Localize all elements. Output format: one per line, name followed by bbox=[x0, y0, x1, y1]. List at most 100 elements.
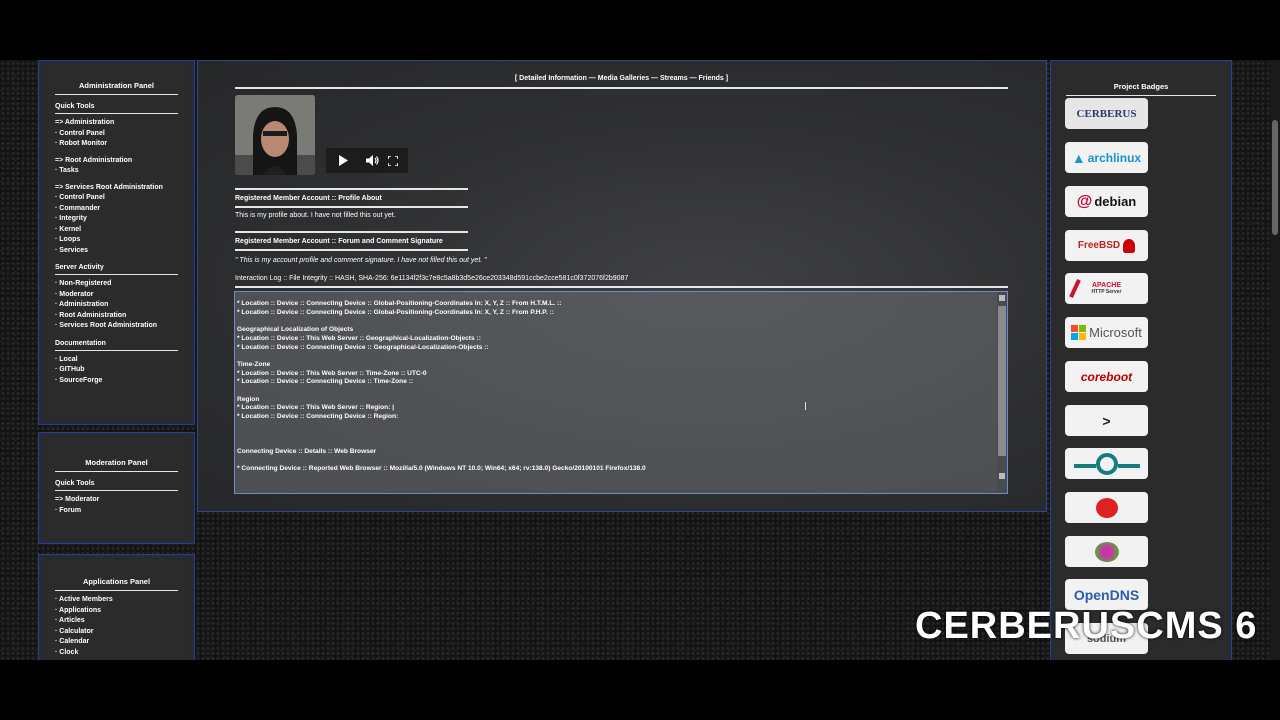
log-line: Time-Zone bbox=[237, 360, 271, 368]
log-line: * Location :: Device :: Connecting Devic… bbox=[237, 378, 414, 386]
server-activity-heading: Server Activity bbox=[55, 264, 178, 275]
activity-moderator[interactable]: · Moderator bbox=[55, 290, 178, 301]
badge-lineage-logo[interactable] bbox=[1065, 448, 1148, 479]
nav-administration[interactable]: => Administration bbox=[55, 118, 178, 129]
nav-root-administration[interactable]: => Root Administration bbox=[55, 156, 178, 167]
lotus-icon bbox=[1094, 541, 1119, 562]
nav-services[interactable]: · Services bbox=[55, 246, 178, 257]
nav-forum[interactable]: · Forum bbox=[55, 506, 178, 517]
video-title-overlay: CERBERUSCMS 6 bbox=[915, 605, 1258, 647]
app-applications[interactable]: · Applications bbox=[55, 606, 178, 617]
quick-tools-heading: Quick Tools bbox=[55, 103, 178, 114]
badge-freebsd[interactable]: FreeBSD bbox=[1065, 230, 1148, 261]
interaction-log-textarea[interactable]: * Location :: Device :: Connecting Devic… bbox=[234, 291, 1008, 494]
tomato-icon bbox=[1095, 497, 1118, 518]
app-calendar[interactable]: · Calendar bbox=[55, 637, 178, 648]
browser-viewport: Administration Panel Quick Tools => Admi… bbox=[0, 60, 1280, 660]
log-line: Region bbox=[237, 395, 260, 403]
doc-github[interactable]: · GITHub bbox=[55, 365, 178, 376]
badge-lotus-logo[interactable] bbox=[1065, 536, 1148, 567]
app-clock[interactable]: · Clock bbox=[55, 648, 178, 659]
badge-microsoft-label: Microsoft bbox=[1089, 325, 1142, 340]
badge-archlinux[interactable]: ▲ archlinux bbox=[1065, 142, 1148, 173]
nav-services-control-panel[interactable]: · Control Panel bbox=[55, 193, 178, 204]
page-scroll-thumb[interactable] bbox=[1272, 120, 1278, 235]
moderation-panel-title: Moderation Panel bbox=[55, 458, 178, 472]
log-line: * Connecting Device :: Reported Web Brow… bbox=[237, 465, 646, 473]
nav-integrity[interactable]: · Integrity bbox=[55, 214, 178, 225]
profile-about-title: Registered Member Account :: Profile Abo… bbox=[235, 195, 382, 202]
applications-panel-title: Applications Panel bbox=[55, 577, 178, 591]
badge-tomato-logo[interactable] bbox=[1065, 492, 1148, 523]
app-active-members[interactable]: · Active Members bbox=[55, 595, 178, 606]
signature-text: " This is my account profile and comment… bbox=[235, 257, 487, 264]
interaction-log-content: * Location :: Device :: Connecting Devic… bbox=[237, 300, 646, 474]
activity-non-registered[interactable]: · Non-Registered bbox=[55, 279, 178, 290]
signature-bottom-divider bbox=[235, 249, 468, 251]
signature-title: Registered Member Account :: Forum and C… bbox=[235, 238, 443, 245]
moderation-quick-tools-heading: Quick Tools bbox=[55, 480, 178, 491]
doc-sourceforge[interactable]: · SourceForge bbox=[55, 376, 178, 387]
scroll-down-arrow-icon[interactable] bbox=[999, 473, 1005, 479]
nav-kernel[interactable]: · Kernel bbox=[55, 225, 178, 236]
fullscreen-icon[interactable] bbox=[388, 155, 398, 166]
badge-freebsd-label: FreeBSD bbox=[1077, 240, 1121, 251]
integrity-divider bbox=[235, 286, 1008, 288]
documentation-heading: Documentation bbox=[55, 340, 178, 351]
administration-panel-title: Administration Panel bbox=[55, 81, 178, 95]
scroll-up-arrow-icon[interactable] bbox=[999, 295, 1005, 301]
scroll-thumb[interactable] bbox=[998, 306, 1006, 456]
log-line: * Location :: Device :: Connecting Devic… bbox=[237, 343, 489, 351]
doc-local[interactable]: · Local bbox=[55, 355, 178, 366]
avatar bbox=[235, 95, 315, 175]
lineage-logo-icon bbox=[1073, 452, 1140, 475]
badge-debian[interactable]: @ debian bbox=[1065, 186, 1148, 217]
activity-administration[interactable]: · Administration bbox=[55, 300, 178, 311]
app-articles[interactable]: · Articles bbox=[55, 616, 178, 627]
volume-icon[interactable] bbox=[366, 155, 379, 166]
badge-coreboot[interactable]: coreboot bbox=[1065, 361, 1148, 392]
signature-top-divider bbox=[235, 231, 468, 233]
nav-top-divider bbox=[235, 87, 1008, 89]
activity-services-root-administration[interactable]: · Services Root Administration bbox=[55, 321, 178, 332]
badge-apache[interactable]: APACHE HTTP Server bbox=[1065, 273, 1148, 304]
nav-commander[interactable]: · Commander bbox=[55, 204, 178, 215]
activity-root-administration[interactable]: · Root Administration bbox=[55, 311, 178, 322]
badge-chevron-logo[interactable]: > bbox=[1065, 405, 1148, 436]
profile-nav-links[interactable]: [ Detailed Information — Media Galleries… bbox=[235, 75, 1008, 82]
debian-swirl-icon: @ bbox=[1076, 192, 1093, 210]
badge-coreboot-label: coreboot bbox=[1080, 369, 1133, 384]
moderation-panel: Moderation Panel Quick Tools => Moderato… bbox=[38, 432, 195, 544]
log-line: * Location :: Device :: This Web Server … bbox=[237, 334, 481, 342]
media-player-controls bbox=[326, 148, 408, 173]
microsoft-logo-icon bbox=[1071, 325, 1087, 340]
log-line: * Location :: Device :: This Web Server … bbox=[237, 404, 395, 412]
profile-about-text: This is my profile about. I have not fil… bbox=[235, 212, 396, 219]
badge-apache-sublabel: HTTP Server bbox=[1091, 289, 1122, 295]
log-scrollbar[interactable] bbox=[997, 292, 1007, 493]
project-badges-title: Project Badges bbox=[1066, 82, 1216, 96]
nav-loops[interactable]: · Loops bbox=[55, 235, 178, 246]
page-scrollbar[interactable] bbox=[1270, 60, 1280, 660]
log-line: * Location :: Device :: Connecting Devic… bbox=[237, 300, 562, 307]
app-calculator[interactable]: · Calculator bbox=[55, 627, 178, 638]
log-line: * Location :: Device :: Connecting Devic… bbox=[237, 308, 554, 316]
badge-cerberus[interactable]: CERBERUS bbox=[1065, 98, 1148, 129]
badge-microsoft[interactable]: Microsoft bbox=[1065, 317, 1148, 348]
nav-robot-monitor[interactable]: · Robot Monitor bbox=[55, 139, 178, 150]
nav-services-root-administration[interactable]: => Services Root Administration bbox=[55, 183, 178, 194]
avatar-portrait-image bbox=[235, 95, 315, 175]
play-icon[interactable] bbox=[338, 155, 348, 166]
log-line: Geographical Localization of Objects bbox=[237, 326, 354, 334]
nav-tasks[interactable]: · Tasks bbox=[55, 166, 178, 177]
nav-moderator[interactable]: => Moderator bbox=[55, 495, 178, 506]
nav-control-panel[interactable]: · Control Panel bbox=[55, 129, 178, 140]
log-line: Connecting Device :: Details :: Web Brow… bbox=[237, 447, 377, 455]
